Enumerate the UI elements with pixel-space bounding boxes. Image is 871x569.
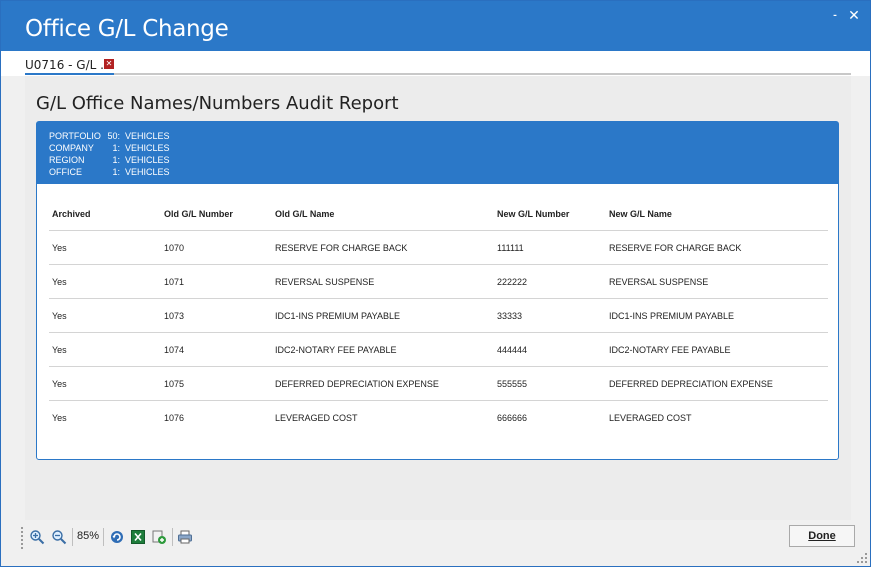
column-header-old-number: Old G/L Number — [164, 209, 233, 219]
cell-archived: Yes — [52, 413, 67, 423]
cell-new-name: LEVERAGED COST — [609, 413, 692, 423]
report-toolbar: 85% Done — [1, 520, 870, 566]
cell-new-name: DEFERRED DEPRECIATION EXPENSE — [609, 379, 773, 389]
column-header-new-number: New G/L Number — [497, 209, 570, 219]
cell-old-name: IDC1-INS PREMIUM PAYABLE — [275, 311, 401, 321]
cell-old-number: 1075 — [164, 379, 185, 389]
header-number: 1: — [112, 155, 120, 165]
cell-new-name: IDC2-NOTARY FEE PAYABLE — [609, 345, 731, 355]
cell-new-number: 111111 — [497, 243, 524, 253]
done-button[interactable]: Done — [789, 525, 855, 547]
cell-new-number: 222222 — [497, 277, 528, 287]
cell-new-number: 444444 — [497, 345, 528, 355]
tab-label: U0716 - G/L ... — [25, 58, 112, 72]
cell-archived: Yes — [52, 345, 67, 355]
window: Office G/L Change ˗ ✕ U0716 - G/L ... ✕ … — [0, 0, 871, 567]
table-row: Yes 1076 LEVERAGED COST 666666 LEVERAGED… — [49, 400, 828, 434]
cell-archived: Yes — [52, 243, 67, 253]
header-value: VEHICLES — [125, 143, 170, 153]
print-icon[interactable] — [177, 529, 193, 545]
cell-archived: Yes — [52, 277, 67, 287]
cell-old-name: IDC2-NOTARY FEE PAYABLE — [275, 345, 397, 355]
cell-new-number: 666666 — [497, 413, 528, 423]
table-row: Yes 1073 IDC1-INS PREMIUM PAYABLE 33333 … — [49, 298, 828, 332]
window-title: Office G/L Change — [25, 16, 229, 42]
table-row: Yes 1075 DEFERRED DEPRECIATION EXPENSE 5… — [49, 366, 828, 400]
cell-archived: Yes — [52, 311, 67, 321]
close-button[interactable]: ✕ — [846, 9, 862, 23]
table-row: Yes 1074 IDC2-NOTARY FEE PAYABLE 444444 … — [49, 332, 828, 366]
header-value: VEHICLES — [125, 167, 170, 177]
toolbar-separator — [172, 528, 173, 546]
zoom-level: 85% — [77, 530, 100, 542]
report-header: PORTFOLIO 50: VEHICLES COMPANY 1: VEHICL… — [37, 122, 838, 184]
zoom-in-icon[interactable] — [29, 529, 45, 545]
cell-old-number: 1073 — [164, 311, 185, 321]
cell-old-number: 1071 — [164, 277, 185, 287]
cell-old-name: REVERSAL SUSPENSE — [275, 277, 375, 287]
title-bar: Office G/L Change ˗ ✕ — [1, 1, 870, 51]
cell-archived: Yes — [52, 379, 67, 389]
cell-old-name: DEFERRED DEPRECIATION EXPENSE — [275, 379, 439, 389]
column-header-new-name: New G/L Name — [609, 209, 672, 219]
header-number: 1: — [112, 167, 120, 177]
table-row: Yes 1070 RESERVE FOR CHARGE BACK 111111 … — [49, 230, 828, 264]
header-value: VEHICLES — [125, 131, 170, 141]
toolbar-separator — [103, 528, 104, 546]
cell-old-number: 1070 — [164, 243, 185, 253]
cell-new-name: IDC1-INS PREMIUM PAYABLE — [609, 311, 735, 321]
report-card: PORTFOLIO 50: VEHICLES COMPANY 1: VEHICL… — [36, 121, 839, 460]
resize-grip-icon[interactable] — [856, 551, 868, 563]
table-row: Yes 1071 REVERSAL SUSPENSE 222222 REVERS… — [49, 264, 828, 298]
header-number: 1: — [112, 143, 120, 153]
toolbar-grip — [21, 527, 25, 549]
column-header-old-name: Old G/L Name — [275, 209, 335, 219]
cell-old-number: 1076 — [164, 413, 185, 423]
cell-new-number: 555555 — [497, 379, 528, 389]
cell-new-name: REVERSAL SUSPENSE — [609, 277, 709, 287]
excel-export-icon[interactable] — [130, 529, 146, 545]
cell-new-name: RESERVE FOR CHARGE BACK — [609, 243, 742, 253]
cell-old-name: LEVERAGED COST — [275, 413, 358, 423]
tab-active-indicator — [25, 73, 114, 75]
report-viewer: G/L Office Names/Numbers Audit Report PO… — [25, 76, 851, 520]
header-value: VEHICLES — [125, 155, 170, 165]
export-icon[interactable] — [151, 529, 167, 545]
cell-new-number: 33333 — [497, 311, 523, 321]
cell-old-number: 1074 — [164, 345, 185, 355]
minimize-button[interactable]: ˗ — [827, 9, 843, 23]
column-header-archived: Archived — [52, 209, 91, 219]
header-number: 50: — [107, 131, 120, 141]
zoom-out-icon[interactable] — [51, 529, 67, 545]
refresh-icon[interactable] — [109, 529, 125, 545]
tab-divider — [25, 73, 851, 75]
toolbar-separator — [72, 528, 73, 546]
cell-old-name: RESERVE FOR CHARGE BACK — [275, 243, 408, 253]
report-title: G/L Office Names/Numbers Audit Report — [36, 93, 399, 114]
tab-close-icon[interactable]: ✕ — [104, 59, 114, 69]
